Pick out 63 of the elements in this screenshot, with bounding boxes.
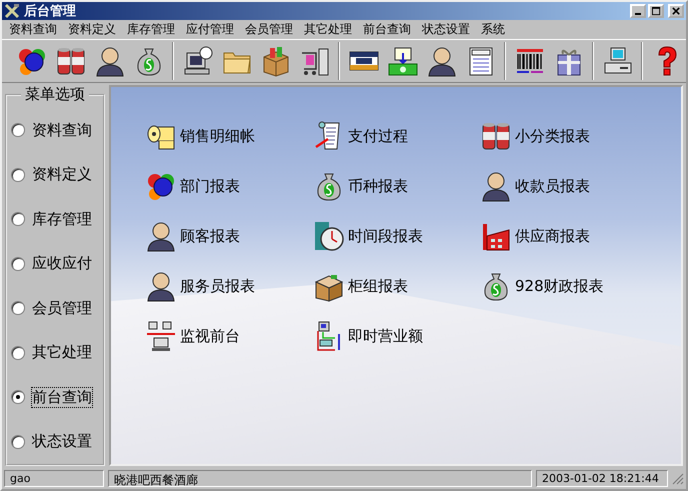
report-shortcut[interactable]: 供应商报表 xyxy=(480,218,640,254)
radio-option[interactable]: 资料定义 xyxy=(11,152,103,197)
person-icon xyxy=(94,45,126,77)
status-user: gao xyxy=(4,470,104,487)
clock-icon xyxy=(313,220,345,252)
person-icon xyxy=(145,270,177,302)
money-icon xyxy=(386,45,418,77)
radio-button[interactable] xyxy=(11,346,25,360)
menu-item[interactable]: 资料定义 xyxy=(63,21,122,38)
radio-option[interactable]: 会员管理 xyxy=(11,286,103,330)
radio-option[interactable]: 资料查询 xyxy=(11,108,103,152)
minimize-icon xyxy=(635,12,641,14)
close-icon xyxy=(672,6,680,16)
radio-option[interactable]: 状态设置 xyxy=(11,420,103,464)
radio-button[interactable] xyxy=(11,301,25,316)
radio-button[interactable] xyxy=(11,256,25,271)
close-button[interactable] xyxy=(668,4,684,18)
radio-option[interactable]: 前台查询 xyxy=(11,375,103,420)
menu-item[interactable]: 其它处理 xyxy=(299,21,358,38)
report-shortcut[interactable]: 服务员报表 xyxy=(145,268,313,304)
radio-button[interactable] xyxy=(11,390,25,404)
report-shortcut[interactable]: 柜组报表 xyxy=(313,268,480,304)
status-shop-name: 晓港吧西餐酒廊 xyxy=(108,470,532,487)
status-datetime: 2003-01-02 18:21:44 xyxy=(536,470,668,487)
menu-item[interactable]: 前台查询 xyxy=(358,21,417,38)
radio-button[interactable] xyxy=(11,123,25,138)
radio-button[interactable] xyxy=(11,212,25,226)
report-shortcut[interactable]: 币种报表 xyxy=(313,168,480,204)
report-shortcut[interactable]: 部门报表 xyxy=(145,168,313,204)
person-icon xyxy=(426,45,458,77)
report-shortcut[interactable]: 收款员报表 xyxy=(480,168,640,204)
menu-item[interactable]: 资料查询 xyxy=(4,21,63,38)
menu-item[interactable]: 系统 xyxy=(476,21,511,38)
maximize-icon xyxy=(652,6,660,16)
radio-option[interactable]: 库存管理 xyxy=(11,197,103,242)
menu-item[interactable]: 状态设置 xyxy=(417,21,476,38)
report-shortcut[interactable]: 销售明细帐 xyxy=(145,118,313,154)
report-shortcut[interactable]: 顾客报表 xyxy=(145,218,313,254)
network-icon xyxy=(145,320,177,352)
menu-item[interactable]: 应付管理 xyxy=(181,21,240,38)
report-shortcut[interactable]: 即时营业额 xyxy=(313,318,480,354)
window-title: 后台管理 xyxy=(24,2,77,20)
cans-icon xyxy=(54,45,86,77)
report-shortcut[interactable]: 时间段报表 xyxy=(313,218,480,254)
group-title: 菜单选项 xyxy=(24,85,86,104)
radio-button[interactable] xyxy=(11,434,25,449)
report-shortcut[interactable]: 支付过程 xyxy=(313,118,480,154)
menu-item[interactable]: 库存管理 xyxy=(122,21,181,38)
minimize-button[interactable] xyxy=(630,4,646,18)
maximize-button[interactable] xyxy=(648,4,664,18)
person-icon xyxy=(145,220,177,252)
report-shortcut[interactable]: 小分类报表 xyxy=(480,118,640,154)
menu-item[interactable]: 会员管理 xyxy=(240,21,299,38)
person-icon xyxy=(480,170,512,202)
computer-icon xyxy=(182,45,214,77)
tools-icon xyxy=(4,3,20,19)
radio-option[interactable]: 应收应付 xyxy=(11,242,103,286)
resize-grip-icon xyxy=(672,472,684,484)
report-shortcut[interactable]: 监视前台 xyxy=(145,318,313,354)
cans-icon xyxy=(480,120,512,152)
radio-button[interactable] xyxy=(11,168,25,182)
radio-option[interactable]: 其它处理 xyxy=(11,330,103,375)
report-shortcut[interactable]: 928财政报表 xyxy=(480,268,640,304)
